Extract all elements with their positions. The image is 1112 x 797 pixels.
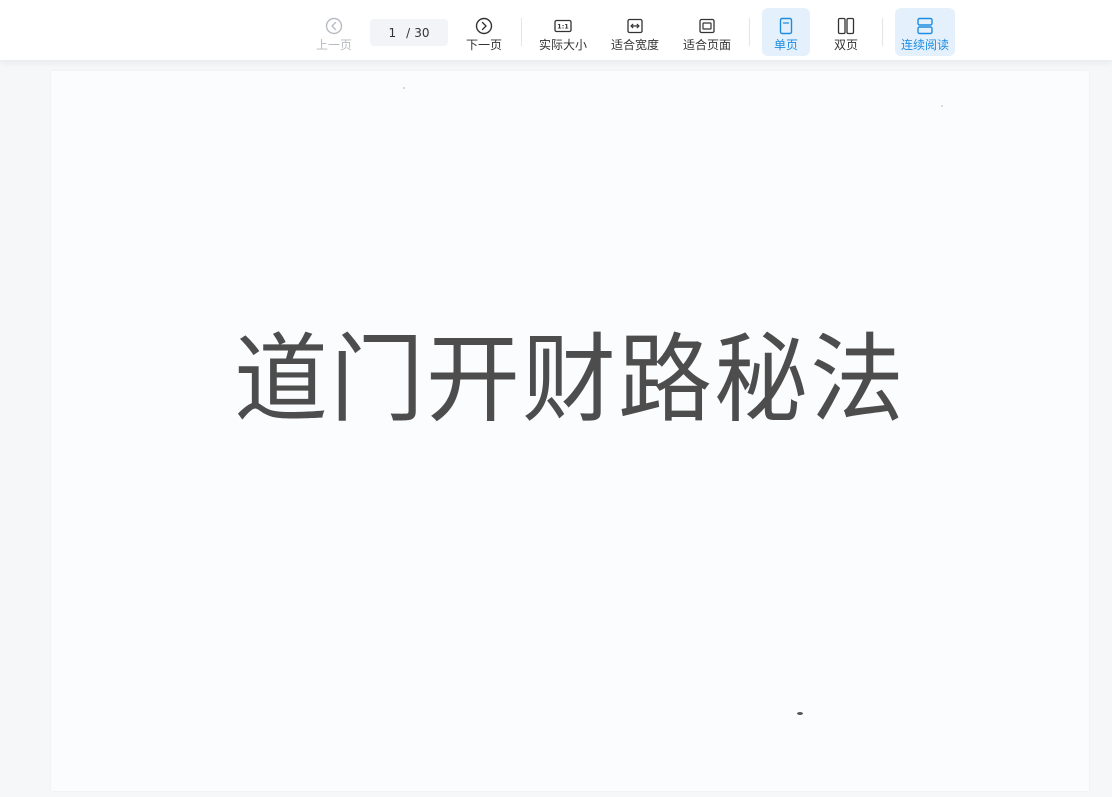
total-pages: 30 [414, 25, 430, 40]
fit-page-button[interactable]: 适合页面 [677, 8, 737, 56]
toolbar-divider [749, 18, 750, 46]
fit-width-label: 适合宽度 [610, 38, 659, 52]
document-title: 道门开财路秘法 [233, 324, 906, 437]
continuous-reading-label: 连续阅读 [900, 38, 949, 52]
next-page-label: 下一页 [465, 38, 502, 52]
chevron-right-circle-icon [475, 17, 493, 35]
continuous-reading-button[interactable]: 连续阅读 [895, 8, 955, 56]
svg-text:1:1: 1:1 [557, 23, 569, 31]
actual-size-button[interactable]: 1:1 实际大小 [533, 8, 593, 56]
current-page-input[interactable]: 1 [389, 26, 397, 40]
fit-width-button[interactable]: 适合宽度 [605, 8, 665, 56]
fit-width-icon [627, 18, 643, 34]
toolbar-divider [882, 18, 883, 46]
next-page-button[interactable]: 下一页 [460, 8, 508, 56]
fit-page-label: 适合页面 [682, 38, 731, 52]
double-page-button[interactable]: 双页 [822, 8, 870, 56]
viewer-toolbar: 上一页 1 / 30 下一页 1:1 实际大小 适合宽度 适合页面 单页 双页 … [0, 0, 1112, 61]
single-page-label: 单页 [773, 38, 798, 52]
single-page-icon [779, 17, 793, 35]
scan-speck [941, 105, 943, 107]
scan-speck [403, 87, 405, 89]
fit-page-icon [699, 18, 715, 34]
continuous-icon [917, 17, 933, 35]
chevron-left-circle-icon [325, 17, 343, 35]
actual-size-label: 实际大小 [538, 38, 587, 52]
double-page-icon [837, 17, 855, 35]
scan-speck [797, 712, 803, 715]
double-page-label: 双页 [833, 38, 858, 52]
toolbar-divider [521, 18, 522, 46]
document-page[interactable]: 道门开财路秘法 [51, 71, 1089, 791]
actual-size-icon: 1:1 [554, 19, 572, 33]
prev-page-button[interactable]: 上一页 [310, 8, 358, 56]
single-page-button[interactable]: 单页 [762, 8, 810, 56]
prev-page-label: 上一页 [315, 38, 352, 52]
page-indicator[interactable]: 1 / 30 [370, 19, 448, 46]
page-separator: / [406, 25, 411, 40]
